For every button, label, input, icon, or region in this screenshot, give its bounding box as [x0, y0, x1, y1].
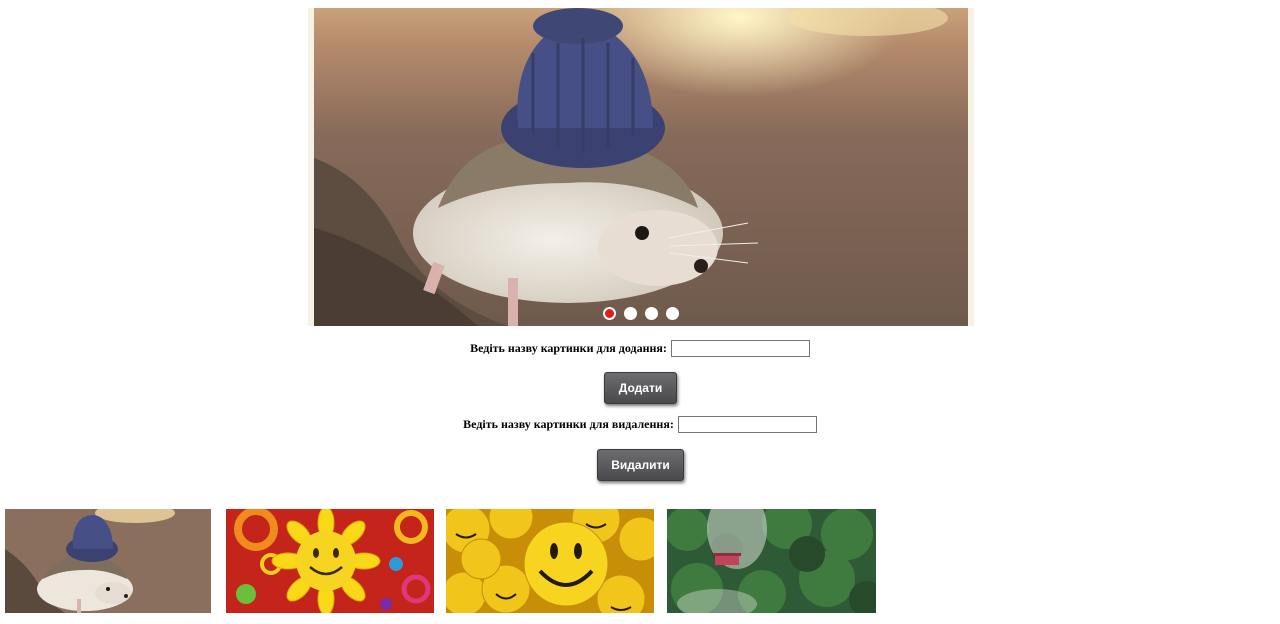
- hedgehog-slide-image: [314, 8, 968, 326]
- slider-dots: [308, 307, 974, 320]
- delete-button[interactable]: Видалити: [597, 449, 684, 481]
- add-image-input[interactable]: [670, 340, 810, 357]
- page: Ведіть назву картинки для додання: Додат…: [0, 0, 1280, 624]
- image-slider[interactable]: [308, 8, 974, 326]
- forest-thumbnail-icon: [667, 509, 876, 613]
- thumbnail-hedgehog[interactable]: [5, 509, 211, 613]
- delete-form: Ведіть назву картинки для видалення:: [0, 416, 1280, 433]
- thumbnail-sunflower[interactable]: [226, 509, 434, 613]
- sunflower-smiley-thumbnail-icon: [226, 509, 434, 613]
- slider-dot-4[interactable]: [666, 307, 679, 320]
- slider-dot-3[interactable]: [645, 307, 658, 320]
- add-button[interactable]: Додати: [604, 372, 677, 404]
- delete-image-label: Ведіть назву картинки для видалення:: [463, 417, 674, 431]
- slider-dot-2[interactable]: [624, 307, 637, 320]
- thumbnail-smileys[interactable]: [446, 509, 654, 613]
- add-image-label: Ведіть назву картинки для додання:: [470, 341, 667, 355]
- slider-dot-1[interactable]: [603, 307, 616, 320]
- add-form: Ведіть назву картинки для додання:: [0, 340, 1280, 357]
- delete-image-input[interactable]: [677, 416, 817, 433]
- hedgehog-thumbnail-icon: [5, 509, 211, 613]
- yellow-smileys-thumbnail-icon: [446, 509, 654, 613]
- thumbnail-forest[interactable]: [667, 509, 876, 613]
